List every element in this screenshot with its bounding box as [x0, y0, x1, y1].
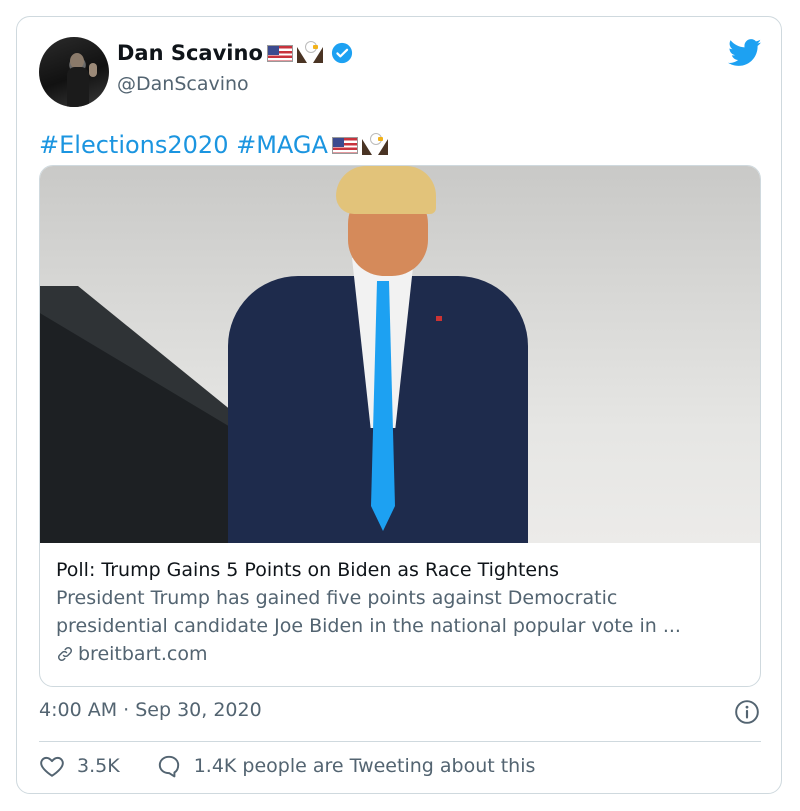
tweet-actions: 3.5K 1.4K people are Tweeting about this	[39, 753, 535, 779]
info-icon[interactable]	[734, 699, 760, 725]
link-icon	[57, 646, 73, 662]
link-preview-image[interactable]	[40, 166, 760, 543]
heart-icon[interactable]	[39, 753, 65, 779]
eagle-emoji	[361, 133, 388, 157]
link-preview-title[interactable]: Poll: Trump Gains 5 Points on Biden as R…	[56, 556, 744, 584]
divider	[39, 741, 761, 742]
tweet-timestamp[interactable]: 4:00 AM · Sep 30, 2020	[39, 699, 262, 721]
tweet-text: #Elections2020 #MAGA	[39, 131, 388, 159]
verified-badge-icon	[331, 42, 352, 64]
author-handle[interactable]: @DanScavino	[117, 73, 249, 95]
link-preview-description-line-1: President Trump has gained five points a…	[56, 587, 618, 609]
like-count: 3.5K	[77, 755, 120, 777]
twitter-bird-icon[interactable]	[728, 39, 762, 67]
reply-action[interactable]: 1.4K people are Tweeting about this	[156, 753, 536, 779]
link-preview-card[interactable]: Poll: Trump Gains 5 Points on Biden as R…	[39, 165, 761, 687]
link-preview-domain-text: breitbart.com	[78, 643, 208, 665]
us-flag-emoji	[331, 136, 358, 154]
link-preview-domain[interactable]: breitbart.com	[56, 640, 744, 668]
author-name-row[interactable]: Dan Scavino	[117, 41, 353, 65]
link-preview-description-line-2: presidential candidate Joe Biden in the …	[56, 615, 681, 637]
author-display-name[interactable]: Dan Scavino	[117, 41, 263, 65]
hashtag-elections2020[interactable]: #Elections2020	[39, 131, 228, 159]
reply-count-text: 1.4K people are Tweeting about this	[193, 755, 536, 777]
eagle-emoji	[296, 41, 323, 65]
link-preview-body[interactable]: Poll: Trump Gains 5 Points on Biden as R…	[40, 544, 760, 680]
tweet-card: Dan Scavino @DanScavino #Elections2020 #…	[16, 16, 782, 794]
speech-bubble-icon[interactable]	[156, 753, 182, 779]
us-flag-emoji	[266, 44, 293, 62]
like-action[interactable]: 3.5K	[39, 753, 120, 779]
hashtag-maga[interactable]: #MAGA	[236, 131, 328, 159]
avatar[interactable]	[39, 37, 109, 107]
